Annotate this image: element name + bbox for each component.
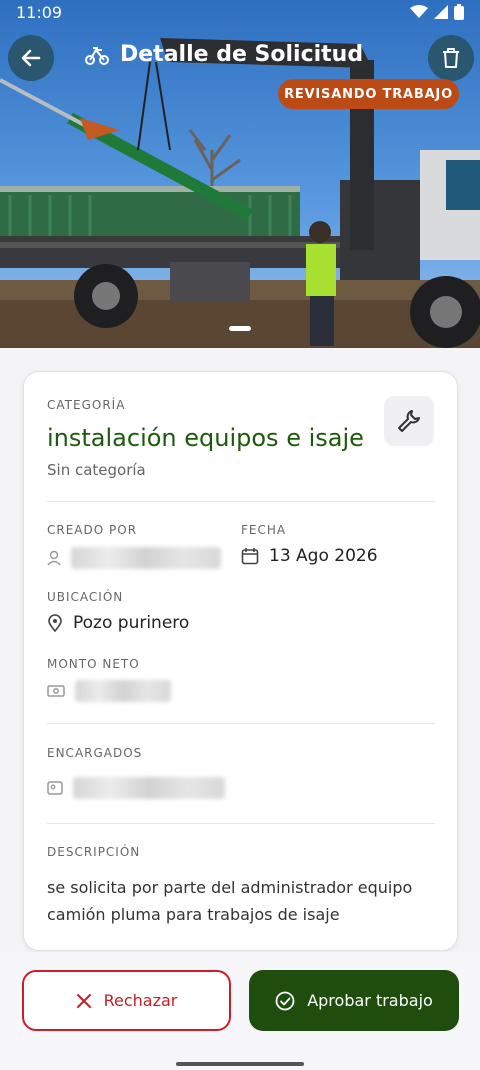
- page-title: Detalle de Solicitud: [120, 42, 364, 67]
- location-pin-icon: [48, 614, 62, 632]
- redacted-managers: [73, 777, 225, 799]
- managers-label: ENCARGADOS: [47, 746, 143, 760]
- approve-label: Aprobar trabajo: [307, 991, 433, 1010]
- divider: [47, 723, 435, 724]
- category-subtitle: Sin categoría: [47, 461, 146, 479]
- badge-icon: [47, 781, 63, 795]
- trash-icon: [443, 48, 459, 68]
- battery-icon: [454, 4, 464, 20]
- redacted-amount: [75, 680, 171, 702]
- money-icon: [47, 685, 65, 697]
- category-name: instalación equipos e isaje: [47, 424, 364, 452]
- approve-button[interactable]: Aprobar trabajo: [249, 970, 459, 1031]
- divider: [47, 823, 435, 824]
- user-icon: [47, 550, 61, 566]
- location-label: UBICACIÓN: [47, 590, 124, 604]
- status-bar: 11:09: [0, 0, 480, 24]
- home-indicator[interactable]: [176, 1062, 304, 1066]
- date-value: 13 Ago 2026: [269, 546, 378, 566]
- redacted-creator: [71, 547, 221, 569]
- status-badge: REVISANDO TRABAJO: [278, 79, 459, 109]
- delete-button[interactable]: [428, 35, 474, 81]
- signal-icon: [434, 5, 448, 19]
- image-pager-indicator: [229, 326, 251, 331]
- created-by-label: CREADO POR: [47, 523, 138, 537]
- divider: [47, 501, 435, 502]
- calendar-icon: [241, 548, 259, 565]
- category-tool-button[interactable]: [384, 396, 434, 446]
- location-value: Pozo purinero: [73, 613, 190, 633]
- header-title-group: Detalle de Solicitud: [84, 42, 363, 67]
- status-icons: [410, 4, 464, 20]
- description-text: se solicita por parte del administrador …: [47, 878, 413, 924]
- wifi-icon: [410, 5, 428, 18]
- reject-label: Rechazar: [103, 991, 178, 1010]
- status-time: 11:09: [16, 2, 63, 22]
- amount-row: [47, 680, 171, 702]
- wrench-icon: [398, 410, 420, 432]
- date-label: FECHA: [241, 523, 287, 537]
- request-detail-card: CATEGORÍA instalación equipos e isaje Si…: [23, 371, 458, 951]
- arrow-left-icon: [21, 49, 41, 67]
- check-circle-icon: [275, 991, 295, 1010]
- managers-row: [47, 777, 225, 799]
- close-icon: [76, 993, 91, 1008]
- hero-image: 11:09 Detalle de Solicitud REVISANDO TRA…: [0, 0, 480, 348]
- reject-button[interactable]: Rechazar: [22, 970, 231, 1031]
- date-row: 13 Ago 2026: [241, 546, 378, 566]
- service-icon: [85, 46, 109, 65]
- back-button[interactable]: [8, 35, 54, 81]
- category-label: CATEGORÍA: [47, 398, 126, 412]
- description-label: DESCRIPCIÓN: [47, 845, 141, 859]
- amount-label: MONTO NETO: [47, 657, 140, 671]
- location-row: Pozo purinero: [47, 613, 189, 633]
- created-by-value: [47, 547, 221, 569]
